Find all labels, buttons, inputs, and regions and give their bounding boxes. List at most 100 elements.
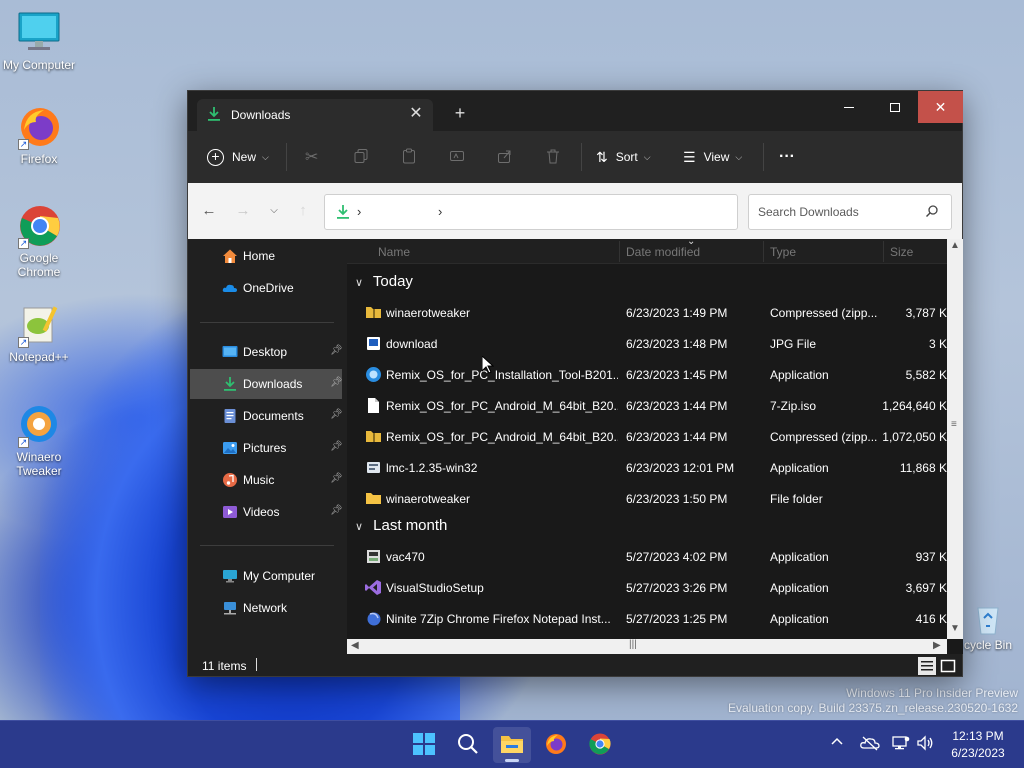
shortcut-arrow-icon: ↗: [18, 139, 29, 150]
desktop-icon-my-computer[interactable]: My Computer: [0, 10, 78, 72]
desktop-icon-winaero-tweaker[interactable]: ↗ Winaero Tweaker: [0, 402, 78, 478]
zip-folder-icon: [365, 304, 382, 321]
sidebar-item-desktop[interactable]: Desktop 📌︎: [190, 337, 343, 367]
sidebar-item-documents[interactable]: Documents 📌︎: [190, 401, 343, 431]
scroll-left-icon[interactable]: ◀: [351, 640, 359, 651]
chevron-down-icon: ⌵: [643, 151, 651, 162]
file-row[interactable]: lmc-1.2.35-win32 6/23/2023 12:01 PM Appl…: [347, 452, 947, 483]
sidebar-item-music[interactable]: Music 📌︎: [190, 465, 343, 495]
vertical-scrollbar[interactable]: ▲ ≡ ▼: [947, 239, 963, 639]
paste-button[interactable]: [401, 145, 417, 169]
pin-icon[interactable]: 📌︎: [330, 441, 343, 453]
column-divider[interactable]: [883, 241, 884, 262]
sort-button[interactable]: ⇅ Sort ⌵: [596, 145, 651, 169]
sidebar-item-videos[interactable]: Videos 📌︎: [190, 497, 343, 527]
scroll-up-icon[interactable]: ▲: [950, 240, 960, 251]
forward-button[interactable]: →: [232, 199, 254, 223]
delete-button[interactable]: [545, 145, 561, 169]
new-button[interactable]: + New ⌵: [207, 145, 269, 169]
column-header-size[interactable]: Size: [890, 245, 913, 259]
group-header-today[interactable]: ∨ Today: [355, 273, 413, 295]
pin-icon[interactable]: 📌︎: [330, 409, 343, 421]
breadcrumb-separator[interactable]: ›: [438, 204, 442, 219]
scroll-right-icon[interactable]: ▶: [933, 640, 941, 651]
mouse-cursor-icon: [481, 354, 495, 377]
sidebar-item-network[interactable]: Network: [190, 593, 342, 623]
column-header-date-modified[interactable]: Date modified: [626, 245, 700, 259]
taskbar-chrome[interactable]: [581, 727, 619, 763]
desktop-icon-firefox[interactable]: ↗ Firefox: [0, 104, 78, 166]
scroll-down-icon[interactable]: ▼: [950, 623, 960, 634]
copy-button[interactable]: [353, 145, 369, 169]
column-divider[interactable]: [763, 241, 764, 262]
file-row[interactable]: Remix_OS_for_PC_Installation_Tool-B201..…: [347, 359, 947, 390]
maximize-button[interactable]: [872, 91, 918, 123]
show-hidden-icons-chevron-icon[interactable]: [830, 735, 844, 752]
firefox-icon: [544, 732, 568, 759]
back-button[interactable]: ←: [198, 199, 220, 223]
new-tab-button[interactable]: +: [450, 103, 470, 123]
desktop-icon-google-chrome[interactable]: ↗ Google Chrome: [0, 203, 78, 279]
tab-close-icon[interactable]: ✕: [405, 103, 427, 125]
tab-downloads[interactable]: Downloads ✕: [197, 99, 433, 131]
view-button[interactable]: ☰ View ⌵: [683, 145, 742, 169]
sidebar-item-pictures[interactable]: Pictures 📌︎: [190, 433, 343, 463]
thumbnails-view-button[interactable]: [939, 657, 957, 675]
clipboard-icon: [401, 148, 417, 167]
volume-icon[interactable]: [916, 735, 934, 754]
start-button[interactable]: [405, 727, 443, 763]
file-row[interactable]: download 6/23/2023 1:48 PM JPG File 3 K: [347, 328, 947, 359]
cut-button[interactable]: ✂: [305, 145, 318, 169]
recent-locations-button[interactable]: ⌵: [263, 199, 285, 223]
sort-icon: ⇅: [596, 148, 608, 165]
network-status-icon[interactable]: [892, 735, 910, 754]
taskbar-firefox[interactable]: [537, 727, 575, 763]
see-more-button[interactable]: ···: [779, 145, 795, 169]
recycle-bin-icon: [968, 598, 1008, 638]
close-button[interactable]: ✕: [918, 91, 963, 123]
column-header-name[interactable]: Name: [378, 245, 410, 259]
clock-time: 12:13 PM: [952, 729, 1004, 743]
file-row[interactable]: Ninite 7Zip Chrome Firefox Notepad Inst.…: [347, 603, 947, 634]
file-row[interactable]: Remix_OS_for_PC_Android_M_64bit_B20... 6…: [347, 390, 947, 421]
desktop-icon-notepad-plus-plus[interactable]: ↗ Notepad++: [0, 302, 78, 364]
sidebar-item-home[interactable]: Home: [190, 241, 342, 271]
onedrive-offline-icon[interactable]: [860, 735, 880, 754]
file-row[interactable]: Remix_OS_for_PC_Android_M_64bit_B20... 6…: [347, 421, 947, 452]
plus-circle-icon: +: [207, 148, 224, 166]
pin-icon[interactable]: 📌︎: [330, 377, 343, 389]
pin-icon[interactable]: 📌︎: [330, 505, 343, 517]
taskbar-file-explorer[interactable]: [493, 727, 531, 763]
file-row[interactable]: winaerotweaker 6/23/2023 1:50 PM File fo…: [347, 483, 947, 514]
search-box[interactable]: [748, 194, 952, 230]
scroll-thumb-grip-icon[interactable]: |||: [629, 639, 637, 650]
address-bar[interactable]: › ›: [324, 194, 738, 230]
file-date: 5/27/2023 3:26 PM: [626, 581, 728, 595]
shortcut-arrow-icon: ↗: [18, 238, 29, 249]
scroll-thumb-grip-icon[interactable]: ≡: [951, 419, 957, 430]
file-row[interactable]: vac470 5/27/2023 4:02 PM Application 937…: [347, 541, 947, 572]
sidebar-item-downloads[interactable]: Downloads 📌︎: [190, 369, 343, 399]
sidebar-item-label: Music: [243, 473, 275, 487]
pin-icon[interactable]: 📌︎: [330, 473, 343, 485]
file-row[interactable]: winaerotweaker 6/23/2023 1:49 PM Compres…: [347, 297, 947, 328]
search-input[interactable]: [758, 204, 918, 220]
group-header-last-month[interactable]: ∨ Last month: [355, 517, 447, 539]
up-button[interactable]: ↑: [292, 199, 314, 223]
rename-button[interactable]: [449, 145, 465, 169]
horizontal-scrollbar[interactable]: ◀ ||| ▶: [347, 639, 947, 654]
system-clock[interactable]: 12:13 PM 6/23/2023: [944, 728, 1012, 762]
column-divider[interactable]: [619, 241, 620, 262]
sidebar-item-my-computer[interactable]: My Computer: [190, 561, 342, 591]
taskbar-search-button[interactable]: [449, 727, 487, 763]
minimize-button[interactable]: [826, 91, 872, 123]
breadcrumb-separator[interactable]: ›: [357, 204, 361, 219]
file-row[interactable]: VisualStudioSetup 5/27/2023 3:26 PM Appl…: [347, 572, 947, 603]
sidebar-item-onedrive[interactable]: OneDrive: [190, 273, 342, 303]
pin-icon[interactable]: 📌︎: [330, 345, 343, 357]
download-icon: [335, 204, 351, 220]
share-button[interactable]: [497, 145, 513, 169]
details-view-button[interactable]: [918, 657, 936, 675]
column-header-type[interactable]: Type: [770, 245, 796, 259]
desktop-icon-label: Winaero Tweaker: [16, 450, 62, 478]
